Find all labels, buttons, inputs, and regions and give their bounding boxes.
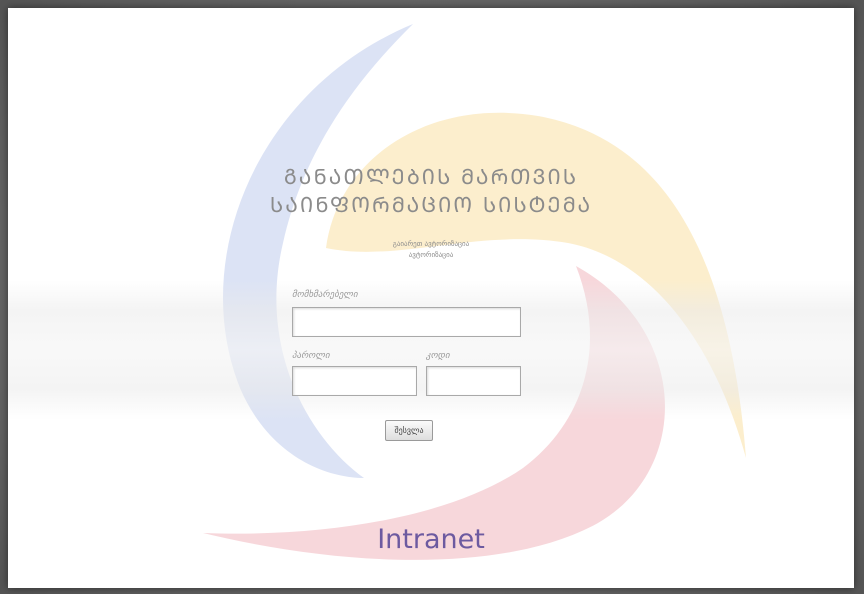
login-page: ᲒᲐᲜᲐᲗᲚᲔᲑᲘᲡ ᲛᲐᲠᲗᲕᲘᲡ ᲡᲐᲘᲜᲤᲝᲠᲛᲐᲪᲘᲝ ᲡᲘᲡᲢᲔᲛᲐ …: [8, 8, 854, 588]
password-label: პაროლი: [292, 351, 330, 361]
code-input[interactable]: [426, 366, 521, 396]
title-line-2: ᲡᲐᲘᲜᲤᲝᲠᲛᲐᲪᲘᲝ ᲡᲘᲡᲢᲔᲛᲐ: [269, 193, 593, 217]
subtitle-line-1: გაიარეთ ავტორიზაცია: [392, 240, 470, 248]
login-button[interactable]: შესვლა: [385, 420, 433, 441]
form-band: [8, 280, 854, 420]
username-label: მომხმარებელი: [292, 290, 358, 300]
username-input[interactable]: [292, 307, 521, 337]
title-line-1: ᲒᲐᲜᲐᲗᲚᲔᲑᲘᲡ ᲛᲐᲠᲗᲕᲘᲡ: [283, 165, 579, 189]
brand-name: Intranet: [377, 524, 485, 555]
password-input[interactable]: [292, 366, 417, 396]
subtitle-line-2: ავტორიზაცია: [408, 251, 454, 259]
code-label: კოდი: [426, 351, 450, 361]
page-title: ᲒᲐᲜᲐᲗᲚᲔᲑᲘᲡ ᲛᲐᲠᲗᲕᲘᲡ ᲡᲐᲘᲜᲤᲝᲠᲛᲐᲪᲘᲝ ᲡᲘᲡᲢᲔᲛᲐ: [8, 163, 854, 219]
page-subtitle: გაიარეთ ავტორიზაცია ავტორიზაცია: [8, 239, 854, 261]
